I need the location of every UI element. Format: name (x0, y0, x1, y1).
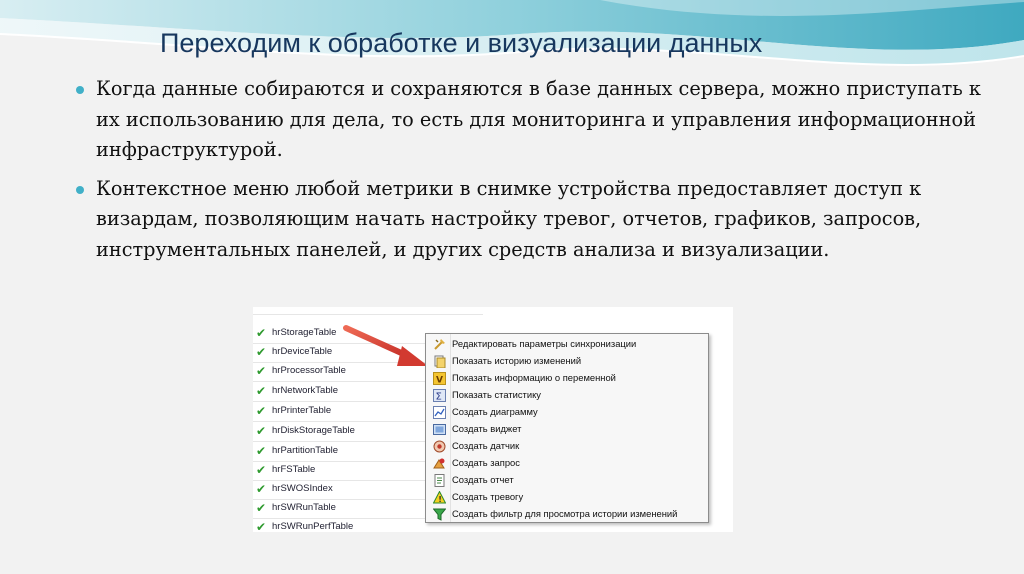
menu-item-create-report[interactable]: Создать отчет (426, 472, 708, 489)
menu-item-label: Показать информацию о переменной (452, 372, 616, 383)
check-icon: ✔ (256, 444, 267, 458)
tree-row-label: hrStorageTable (272, 327, 337, 338)
tree-row-label: hrProcessorTable (272, 365, 346, 376)
menu-item-show-history[interactable]: Показать историю изменений (426, 353, 708, 370)
menu-item-label: Создать фильтр для просмотра истории изм… (452, 508, 678, 519)
check-icon: ✔ (256, 307, 268, 310)
menu-item-label: Показать историю изменений (452, 355, 582, 366)
context-menu: Редактировать параметры синхронизации По… (425, 333, 709, 523)
tree-row-label: hrSWRunPerfTable (272, 521, 354, 532)
check-icon: ✔ (256, 424, 267, 438)
tree-row-label: hrDeviceTable (272, 346, 333, 357)
menu-item-label: Создать запрос (452, 457, 520, 468)
check-icon: ✔ (256, 501, 267, 515)
menu-item-create-sensor[interactable]: Создать датчик (426, 438, 708, 455)
menu-item-create-alarm[interactable]: ! Создать тревогу (426, 489, 708, 506)
tree-row-partial: ✔ (253, 307, 483, 315)
slide-title: Переходим к обработке и визуализации дан… (160, 28, 763, 58)
menu-item-create-filter[interactable]: Создать фильтр для просмотра истории изм… (426, 506, 708, 523)
check-icon: ✔ (256, 520, 267, 532)
menu-item-variable-info[interactable]: V Показать информацию о переменной (426, 370, 708, 387)
tree-row-label: hrSWOSIndex (272, 483, 333, 494)
svg-text:V: V (436, 376, 443, 386)
svg-text:!: ! (438, 495, 442, 504)
menu-item-statistics[interactable]: Σ Показать статистику (426, 387, 708, 404)
tree-row-label: hrNetworkTable (272, 385, 338, 396)
menu-item-create-chart[interactable]: Создать диаграмму (426, 404, 708, 421)
bullet-dot-icon (76, 86, 84, 94)
bullet-text: Когда данные собираются и сохраняются в … (96, 77, 981, 161)
bullet-list: Когда данные собираются и сохраняются в … (72, 74, 992, 273)
tree-row-label: hrFSTable (272, 464, 316, 475)
history-icon (434, 355, 446, 368)
menu-item-label: Создать диаграмму (452, 406, 538, 417)
check-icon: ✔ (256, 326, 267, 340)
check-icon: ✔ (256, 463, 267, 477)
tree-row-label: hrDiskStorageTable (272, 425, 355, 436)
check-icon: ✔ (256, 404, 267, 418)
sensor-icon (433, 440, 446, 453)
check-icon: ✔ (256, 364, 267, 378)
bullet-dot-icon (76, 185, 84, 194)
svg-text:Σ: Σ (436, 392, 442, 403)
tree-row-label: hrPartitionTable (272, 445, 339, 456)
menu-item-label: Показать статистику (452, 389, 541, 400)
variable-info-icon: V (433, 372, 446, 385)
sync-settings-icon (434, 339, 445, 350)
tree-row-label: hrSWRunTable (272, 502, 336, 513)
widget-icon (433, 424, 446, 435)
check-icon: ✔ (256, 482, 267, 496)
bullet-text: Контекстное меню любой метрики в снимке … (96, 176, 922, 261)
menu-item-label: Редактировать параметры синхронизации (452, 338, 637, 349)
alarm-icon: ! (433, 491, 446, 504)
slide: Переходим к обработке и визуализации дан… (0, 0, 1024, 574)
bullet-item: Контекстное меню любой метрики в снимке … (72, 174, 992, 266)
menu-item-label: Создать отчет (452, 474, 514, 485)
query-icon (433, 458, 445, 469)
chart-icon (433, 406, 446, 419)
report-icon (434, 474, 445, 487)
menu-item-label: Создать виджет (452, 423, 522, 434)
menu-item-label: Создать датчик (452, 440, 520, 451)
menu-item-edit-sync[interactable]: Редактировать параметры синхронизации (426, 336, 708, 353)
check-icon: ✔ (256, 345, 267, 359)
menu-item-label: Создать тревогу (452, 491, 524, 502)
statistics-icon: Σ (433, 389, 446, 402)
bullet-item: Когда данные собираются и сохраняются в … (72, 74, 992, 166)
filter-icon (433, 508, 446, 521)
check-icon: ✔ (256, 384, 267, 398)
menu-item-create-widget[interactable]: Создать виджет (426, 421, 708, 438)
tree-row-label: hrPrinterTable (272, 405, 332, 416)
menu-item-create-query[interactable]: Создать запрос (426, 455, 708, 472)
